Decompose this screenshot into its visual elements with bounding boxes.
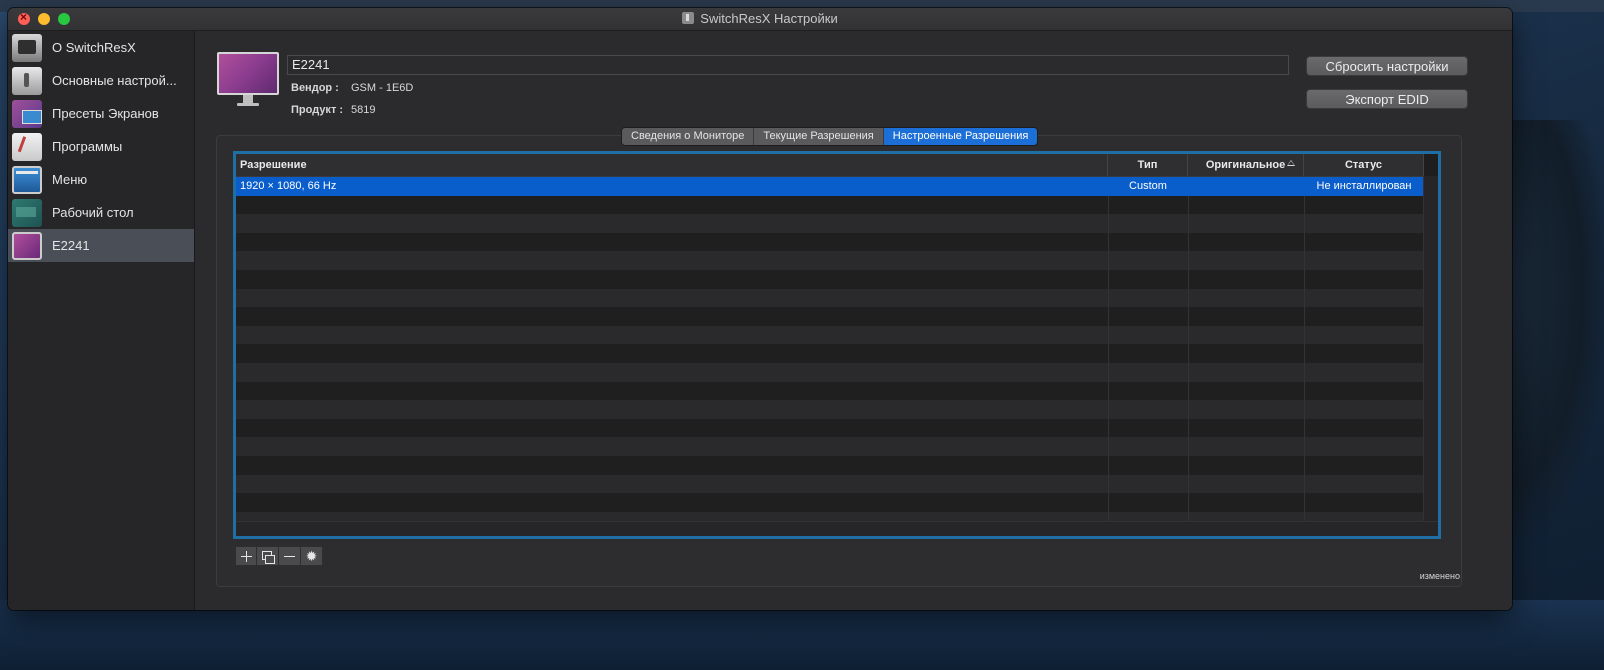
empty-table-row (236, 474, 1424, 494)
tab-monitor-info[interactable]: Сведения о Мониторе (622, 128, 755, 145)
sidebar-item-menu[interactable]: Меню (8, 163, 194, 196)
product-value: 5819 (351, 104, 376, 116)
empty-table-row (236, 195, 1424, 215)
sidebar-item-label: Рабочий стол (52, 205, 134, 220)
sidebar-item-general-settings[interactable]: Основные настрой... (8, 64, 194, 97)
tab-bar: Сведения о Мониторе Текущие Разрешения Н… (621, 127, 1039, 146)
sidebar-item-label: Меню (52, 172, 88, 187)
vendor-row: Вендор : GSM - 1E6D (291, 82, 413, 94)
empty-table-row (236, 325, 1424, 345)
sidebar-item-programs[interactable]: Программы (8, 130, 194, 163)
empty-table-row (236, 288, 1424, 308)
table-toolbar (235, 546, 323, 566)
column-separator (1188, 177, 1189, 522)
empty-table-row (236, 493, 1424, 512)
empty-table-row (236, 437, 1424, 456)
empty-table-row (236, 232, 1424, 252)
empty-table-row (236, 270, 1424, 289)
sidebar-item-label: E2241 (52, 238, 90, 253)
empty-table-row (236, 363, 1424, 382)
table-body: 1920 × 1080, 66 Hz Custom Не инсталлиров… (236, 177, 1425, 531)
remove-icon[interactable] (279, 546, 301, 566)
window-title-area: SwitchResX Настройки (8, 11, 1512, 26)
column-header-resolution[interactable]: Разрешение (236, 154, 1108, 176)
monitor-base (237, 103, 259, 106)
settings-icon (12, 66, 42, 95)
display-name-field[interactable]: E2241 (287, 55, 1289, 75)
about-icon (12, 33, 42, 62)
product-label: Продукт : (291, 104, 344, 116)
monitor-screen (217, 52, 279, 95)
empty-table-row (236, 418, 1424, 438)
column-separator (1108, 177, 1109, 522)
table-row[interactable]: 1920 × 1080, 66 Hz Custom Не инсталлиров… (236, 177, 1424, 196)
horizontal-scrollbar[interactable] (236, 521, 1438, 536)
desktop-wallpaper-sea (0, 600, 1604, 670)
empty-table-row (236, 400, 1424, 419)
reset-settings-button[interactable]: Сбросить настройки (1306, 56, 1468, 76)
title-bar[interactable]: SwitchResX Настройки (8, 8, 1512, 31)
menu-icon (12, 165, 42, 194)
vendor-label: Вендор : (291, 82, 339, 94)
add-icon[interactable] (235, 546, 257, 566)
sidebar-item-label: Основные настрой... (52, 73, 177, 88)
cell-status: Не инсталлирован (1316, 180, 1412, 192)
sidebar-item-about[interactable]: О SwitchResX (8, 31, 194, 64)
sidebar: О SwitchResX Основные настрой... Пресеты… (8, 31, 195, 610)
gear-icon[interactable] (301, 546, 323, 566)
resolutions-table[interactable]: Разрешение Тип Оригинальное Статус 1920 … (233, 151, 1441, 539)
export-edid-button[interactable]: Экспорт EDID (1306, 89, 1468, 109)
main-panel: E2241 Вендор : GSM - 1E6D Продукт : 5819 С… (195, 31, 1512, 610)
switchresx-window: SwitchResX Настройки О SwitchResX Основн… (8, 8, 1512, 610)
monitor-icon (217, 52, 279, 108)
cell-type: Custom (1129, 180, 1167, 192)
cell-resolution: 1920 × 1080, 66 Hz (240, 180, 337, 192)
cell-original (1188, 177, 1304, 196)
sidebar-item-label: Пресеты Экранов (52, 106, 159, 121)
empty-table-row (236, 214, 1424, 233)
status-note: изменено (1419, 571, 1460, 581)
display-icon (12, 231, 42, 260)
window-title: SwitchResX Настройки (700, 11, 838, 26)
sidebar-item-display-presets[interactable]: Пресеты Экранов (8, 97, 194, 130)
empty-table-row (236, 456, 1424, 475)
empty-table-row (236, 381, 1424, 401)
programs-icon (12, 132, 42, 161)
display-presets-icon (12, 99, 42, 128)
product-row: Продукт : 5819 (291, 104, 375, 116)
column-separator (1304, 177, 1305, 522)
sidebar-item-desktop[interactable]: Рабочий стол (8, 196, 194, 229)
empty-table-row (236, 251, 1424, 270)
sort-ascending-icon (1287, 160, 1295, 166)
column-header-original[interactable]: Оригинальное (1188, 154, 1304, 176)
vendor-value: GSM - 1E6D (351, 82, 414, 94)
sidebar-item-label: Программы (52, 139, 123, 154)
vertical-scrollbar[interactable] (1423, 176, 1438, 522)
column-header-type[interactable]: Тип (1108, 154, 1188, 176)
sidebar-item-display-e2241[interactable]: E2241 (8, 229, 194, 262)
table-header: Разрешение Тип Оригинальное Статус (236, 154, 1424, 177)
sidebar-item-label: О SwitchResX (52, 40, 136, 55)
empty-table-row (236, 344, 1424, 363)
column-header-status[interactable]: Статус (1304, 154, 1424, 176)
tab-custom-resolutions[interactable]: Настроенные Разрешения (883, 128, 1038, 145)
tab-current-resolutions[interactable]: Текущие Разрешения (754, 128, 884, 145)
desktop-icon (12, 198, 42, 227)
app-icon (682, 12, 695, 24)
duplicate-icon[interactable] (257, 546, 279, 566)
empty-table-row (236, 307, 1424, 326)
column-header-original-label: Оригинальное (1205, 159, 1286, 171)
